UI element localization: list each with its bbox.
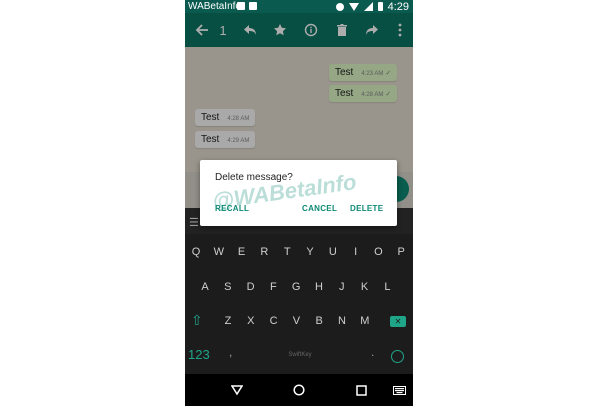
comma-key[interactable]: , (229, 345, 232, 359)
delete-message-dialog: @WABetaInfo Delete message? RECALL CANCE… (200, 160, 397, 226)
recents-nav-icon[interactable] (353, 374, 369, 406)
android-notification-icon (249, 2, 257, 10)
key-d[interactable]: D (240, 277, 262, 297)
image-notification-icon (237, 2, 245, 10)
key-u[interactable]: U (322, 242, 344, 262)
navigation-bar (185, 374, 413, 406)
do-not-disturb-icon (335, 2, 344, 11)
key-h[interactable]: H (308, 277, 330, 297)
wifi-icon (348, 2, 359, 11)
delete-button[interactable]: DELETE (350, 204, 383, 213)
back-nav-icon[interactable] (229, 374, 245, 406)
key-w[interactable]: W (208, 242, 230, 262)
key-k[interactable]: K (354, 277, 376, 297)
key-f[interactable]: F (262, 277, 284, 297)
status-bar-time: 4:29 (387, 0, 409, 13)
emoji-key-icon[interactable] (391, 350, 404, 363)
keyboard-switch-icon[interactable] (391, 374, 407, 406)
shift-key-icon[interactable]: ⇧ (191, 312, 203, 329)
phone-screen: WABetaInfo 4:29 1 Test 4:23 AM ✓ Test 4:… (185, 0, 413, 406)
key-x[interactable]: X (240, 311, 262, 331)
key-e[interactable]: E (231, 242, 253, 262)
key-o[interactable]: O (367, 242, 389, 262)
key-j[interactable]: J (331, 277, 353, 297)
key-g[interactable]: G (285, 277, 307, 297)
key-q[interactable]: Q (185, 242, 207, 262)
recall-button[interactable]: RECALL (215, 204, 249, 213)
period-key[interactable]: . (371, 345, 374, 359)
key-c[interactable]: C (263, 311, 285, 331)
key-v[interactable]: V (285, 311, 307, 331)
space-bar[interactable]: SwiftKey (245, 352, 355, 358)
key-y[interactable]: Y (299, 242, 321, 262)
status-indicators: 4:29 (335, 0, 409, 13)
key-a[interactable]: A (194, 277, 216, 297)
numbers-key[interactable]: 123 (188, 347, 210, 362)
keyboard-menu-icon[interactable]: ☰ (189, 216, 199, 229)
status-bar-app-label: WABetaInfo (188, 1, 241, 12)
key-s[interactable]: S (217, 277, 239, 297)
battery-icon (377, 2, 383, 11)
key-i[interactable]: I (345, 242, 367, 262)
key-l[interactable]: L (376, 277, 398, 297)
home-nav-icon[interactable] (291, 374, 307, 406)
dialog-title: Delete message? (215, 172, 293, 183)
backspace-key-icon[interactable]: ✕ (390, 316, 406, 327)
cancel-button[interactable]: CANCEL (302, 204, 337, 213)
key-n[interactable]: N (331, 311, 353, 331)
key-t[interactable]: T (276, 242, 298, 262)
key-p[interactable]: P (390, 242, 412, 262)
status-bar: WABetaInfo 4:29 (185, 0, 413, 13)
key-r[interactable]: R (253, 242, 275, 262)
notification-icons (237, 2, 257, 10)
keyboard: ☰ QWERTYUIOP ASDFGHJKL ZXCVBNM ⇧ ✕ 123 ,… (185, 208, 413, 374)
signal-icon (363, 2, 373, 11)
key-m[interactable]: M (354, 311, 376, 331)
key-z[interactable]: Z (217, 311, 239, 331)
key-b[interactable]: B (308, 311, 330, 331)
